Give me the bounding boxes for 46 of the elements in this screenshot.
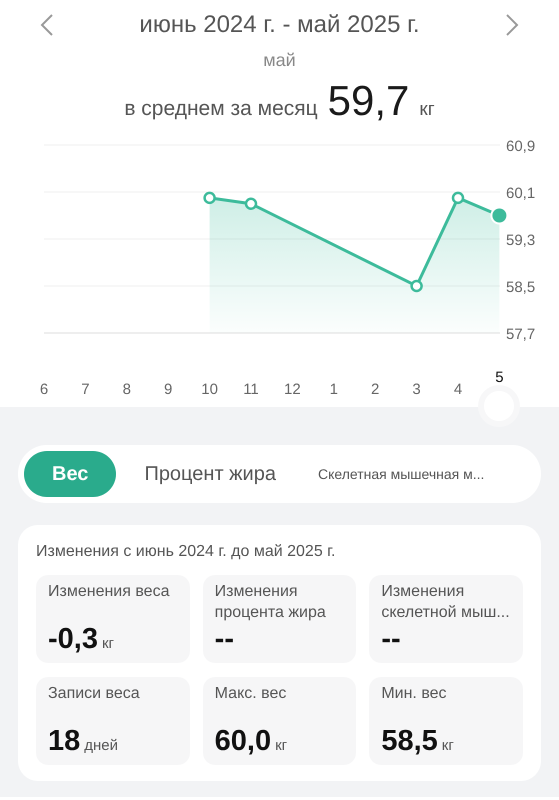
stat-value: 60,0 xyxy=(214,725,272,758)
y-axis-label: 59,3 xyxy=(506,232,536,249)
stat-unit: кг xyxy=(442,737,454,754)
average-unit: кг xyxy=(419,99,435,121)
x-axis-label[interactable]: 8 xyxy=(122,381,131,398)
x-axis-label[interactable]: 7 xyxy=(81,381,90,398)
data-point[interactable] xyxy=(452,192,464,204)
average-value: 59,7 xyxy=(328,77,410,125)
stat-unit: кг xyxy=(102,635,114,652)
stat-value: -- xyxy=(214,623,234,656)
average-label: в среднем за месяц xyxy=(124,97,318,121)
x-axis-label[interactable]: 3 xyxy=(412,381,421,398)
x-axis-label[interactable]: 11 xyxy=(243,381,259,398)
stat-value: 58,5 xyxy=(381,725,438,758)
x-axis-label[interactable]: 4 xyxy=(454,381,462,398)
tab[interactable]: Процент жира xyxy=(130,451,290,497)
y-axis-label: 58,5 xyxy=(506,279,536,296)
card-title: Изменения с июнь 2024 г. до май 2025 г. xyxy=(36,543,336,561)
stat-value: 18 xyxy=(48,725,80,758)
stat-label: Изменения веса xyxy=(48,582,170,602)
stat-value: -0,3 xyxy=(48,623,98,656)
stat-label: Записи веса xyxy=(48,684,141,704)
x-axis-label[interactable]: 10 xyxy=(201,381,218,398)
x-axis-label[interactable]: 12 xyxy=(284,381,301,398)
data-point[interactable] xyxy=(410,280,423,292)
stat-label: Изменения скелетной мыш... xyxy=(381,582,511,623)
stat-label: Макс. вес xyxy=(214,684,288,704)
y-axis-label: 60,1 xyxy=(506,185,536,202)
x-axis-label[interactable]: 5 xyxy=(495,369,504,386)
y-axis-label: 60,9 xyxy=(506,138,536,155)
x-axis-label[interactable]: 6 xyxy=(40,381,48,398)
y-axis-label: 57,7 xyxy=(506,326,536,343)
x-axis-label[interactable]: 2 xyxy=(371,381,380,398)
month-label: май xyxy=(263,50,296,71)
data-point[interactable] xyxy=(244,198,258,210)
stat-label: Мин. вес xyxy=(381,684,448,704)
stat-unit: дней xyxy=(84,737,118,754)
tab[interactable]: Вес xyxy=(24,451,116,497)
stat-value: -- xyxy=(381,623,401,656)
stat-label: Изменения процента жира xyxy=(214,582,327,623)
data-point[interactable] xyxy=(203,192,216,204)
period-title: июнь 2024 г. - май 2025 г. xyxy=(139,11,420,39)
x-axis-label[interactable]: 1 xyxy=(330,381,338,398)
x-axis-label[interactable]: 9 xyxy=(164,381,172,398)
stat-unit: кг xyxy=(275,737,288,754)
tab[interactable]: Скелетная мышечная м... xyxy=(304,451,498,497)
